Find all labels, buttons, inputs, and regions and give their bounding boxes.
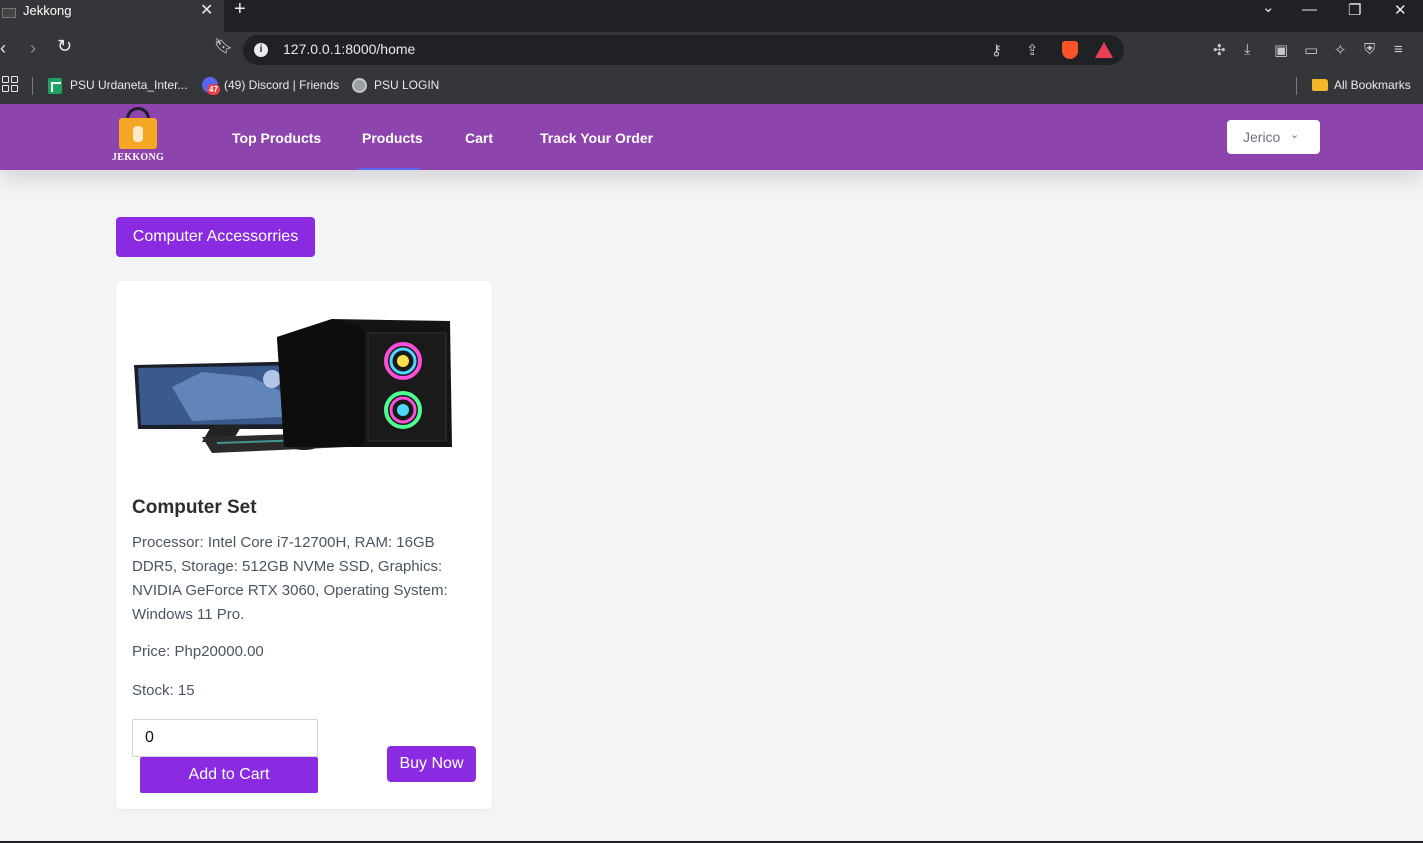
back-icon[interactable]: ‹: [0, 38, 6, 59]
forward-icon[interactable]: ›: [30, 38, 36, 59]
browser-tab-strip: Jekkong ✕ + ⌄ — ❐ ✕: [0, 0, 1423, 32]
product-description: Processor: Intel Core i7-12700H, RAM: 16…: [132, 534, 448, 623]
product-stock: Stock: 15: [132, 682, 195, 699]
site-logo[interactable]: JEKKONG: [112, 107, 164, 165]
globe-icon: [352, 78, 367, 93]
bookmark-label: All Bookmarks: [1334, 78, 1411, 92]
folder-icon: [1312, 79, 1328, 91]
tab-close-icon[interactable]: ✕: [200, 0, 213, 20]
leo-ai-icon[interactable]: ✧: [1334, 41, 1347, 59]
bookmarks-divider: [1296, 77, 1297, 95]
active-nav-indicator: [358, 168, 420, 170]
user-name: Jerico: [1243, 129, 1281, 145]
brave-shields-icon[interactable]: [1062, 41, 1078, 59]
notification-badge: 47: [207, 84, 220, 95]
product-price: Price: Php20000.00: [132, 643, 264, 660]
add-to-cart-button[interactable]: Add to Cart: [140, 757, 318, 793]
tab-title: Jekkong: [23, 3, 72, 18]
bookmark-psu-urdaneta[interactable]: PSU Urdaneta_Inter...: [48, 77, 188, 95]
logo-text: JEKKONG: [112, 152, 165, 163]
bookmark-label: PSU LOGIN: [374, 78, 440, 92]
product-card: Computer Set Processor: Intel Core i7-12…: [116, 281, 492, 809]
nav-cart[interactable]: Cart: [465, 130, 493, 146]
bookmark-label: (49) Discord | Friends: [224, 78, 340, 92]
bookmarks-bar: PSU Urdaneta_Inter... 47 (49) Discord | …: [0, 68, 1423, 104]
tab-list-icon[interactable]: ⌄: [1262, 0, 1275, 16]
vpn-icon[interactable]: ⛨: [1364, 41, 1375, 58]
chevron-down-icon: ⌄: [1290, 129, 1300, 141]
apps-grid-icon[interactable]: [2, 76, 18, 92]
user-menu-button[interactable]: Jerico ⌄: [1227, 120, 1320, 154]
all-bookmarks[interactable]: All Bookmarks: [1312, 77, 1420, 95]
buy-now-button[interactable]: Buy Now: [387, 746, 476, 782]
minimize-button[interactable]: —: [1302, 1, 1317, 18]
hand-pointer-icon: [133, 126, 143, 142]
tab-favicon-icon: [2, 8, 16, 18]
site-navbar: JEKKONG Top Products Products Cart Track…: [0, 104, 1423, 170]
sidebar-icon[interactable]: ▣: [1274, 41, 1288, 59]
reload-icon[interactable]: ↻: [57, 36, 72, 57]
restore-button[interactable]: ❐: [1348, 1, 1361, 19]
menu-icon[interactable]: ≡: [1394, 41, 1403, 58]
new-tab-button[interactable]: +: [234, 0, 246, 21]
product-image[interactable]: [132, 317, 458, 457]
nav-track-order[interactable]: Track Your Order: [540, 130, 653, 146]
brave-rewards-icon[interactable]: [1095, 42, 1113, 58]
wallet-icon[interactable]: ▭: [1304, 41, 1318, 59]
quantity-input[interactable]: [132, 719, 318, 757]
category-button[interactable]: Computer Accessorries: [116, 217, 315, 257]
downloads-icon[interactable]: ⤓: [1244, 41, 1251, 58]
nav-products[interactable]: Products: [362, 130, 423, 146]
bookmark-label: PSU Urdaneta_Inter...: [70, 78, 188, 92]
browser-tab[interactable]: Jekkong ✕: [0, 0, 224, 32]
bookmark-page-icon[interactable]: 🔖︎: [214, 37, 233, 55]
close-window-button[interactable]: ✕: [1394, 1, 1407, 19]
password-key-icon[interactable]: ⚷: [991, 41, 1002, 59]
product-name: Computer Set: [132, 497, 257, 518]
site-info-icon[interactable]: i: [254, 43, 268, 57]
url-text[interactable]: 127.0.0.1:8000/home: [283, 41, 415, 57]
browser-toolbar: ‹ › ↻ 🔖︎: [0, 32, 1423, 68]
bookmark-psu-login[interactable]: PSU LOGIN: [352, 77, 442, 95]
bookmark-discord[interactable]: 47 (49) Discord | Friends: [202, 77, 342, 95]
extensions-icon[interactable]: ✣: [1213, 41, 1226, 59]
sheets-icon: [48, 78, 62, 94]
nav-top-products[interactable]: Top Products: [232, 130, 321, 146]
bookmarks-divider: [32, 77, 33, 95]
share-icon[interactable]: ⇪: [1026, 41, 1039, 59]
